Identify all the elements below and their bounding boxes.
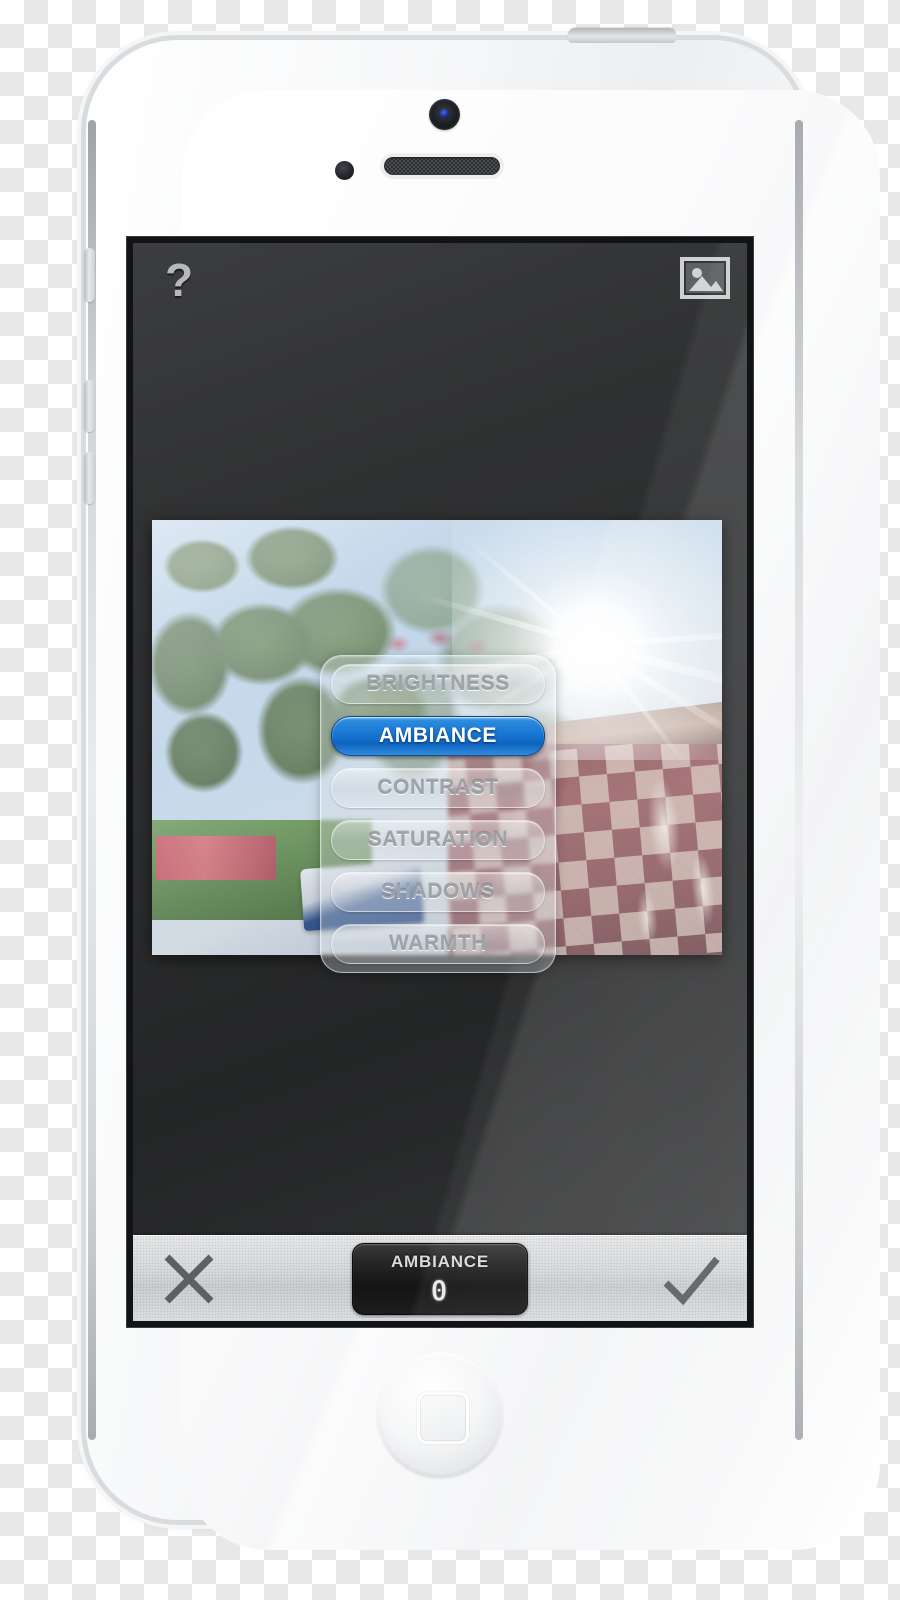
option-label: CONTRAST	[377, 776, 499, 799]
readout-label: AMBIANCE	[390, 1251, 489, 1271]
option-label: BRIGHTNESS	[366, 672, 510, 695]
help-icon[interactable]: ?	[157, 255, 201, 305]
option-contrast[interactable]: CONTRAST	[331, 768, 545, 808]
gallery-icon[interactable]	[680, 257, 730, 299]
home-button[interactable]	[377, 1352, 503, 1478]
volume-down-button[interactable]	[84, 452, 95, 504]
option-warmth[interactable]: WARMTH	[331, 924, 545, 964]
app-top-bar: ?	[133, 243, 747, 323]
option-brightness[interactable]: BRIGHTNESS	[331, 664, 545, 704]
phone-screen: ? BRIGHTNESS AMBIANCE CONTRAST SATURATIO…	[133, 243, 747, 1321]
option-label: SATURATION	[367, 828, 509, 851]
mute-switch[interactable]	[84, 248, 95, 302]
confirm-button[interactable]	[661, 1253, 721, 1307]
screenshot-stage: ? BRIGHTNESS AMBIANCE CONTRAST SATURATIO…	[0, 0, 900, 1600]
value-readout-display: AMBIANCE 0	[352, 1243, 528, 1315]
proximity-sensor-icon	[335, 161, 354, 180]
earpiece-speaker	[384, 157, 500, 175]
front-camera-icon	[429, 99, 460, 130]
phone-right-rail	[795, 120, 803, 1440]
option-label: SHADOWS	[381, 880, 495, 903]
option-shadows[interactable]: SHADOWS	[331, 872, 545, 912]
bottom-toolbar: AMBIANCE 0	[133, 1235, 747, 1321]
option-label: AMBIANCE	[379, 724, 497, 747]
option-label: WARMTH	[388, 932, 488, 955]
adjustment-options-panel: BRIGHTNESS AMBIANCE CONTRAST SATURATION …	[320, 655, 556, 973]
phone-left-rail	[88, 120, 96, 1440]
readout-value: 0	[430, 1273, 450, 1307]
option-saturation[interactable]: SATURATION	[331, 820, 545, 860]
cancel-button[interactable]	[161, 1251, 217, 1307]
volume-up-button[interactable]	[84, 380, 95, 432]
option-ambiance[interactable]: AMBIANCE	[331, 716, 545, 756]
power-button[interactable]	[568, 28, 676, 43]
